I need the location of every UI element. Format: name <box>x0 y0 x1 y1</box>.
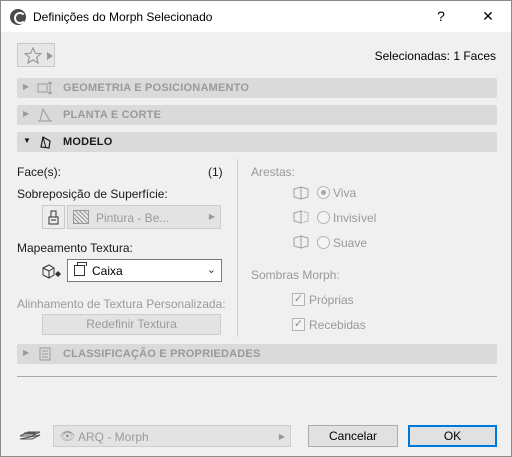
shadow-cast-checkbox[interactable]: ✓ <box>292 293 305 306</box>
edge-option-viva-label: Viva <box>333 186 357 200</box>
surface-override-label: Sobreposição de Superfície: <box>17 187 168 201</box>
panel-model[interactable]: ▼ MODELO <box>17 132 497 152</box>
eye-icon: 👁 <box>60 429 76 443</box>
panel-floor-plan-section[interactable]: ▶ PLANTA E CORTE <box>17 105 497 125</box>
model-icon <box>40 136 51 149</box>
star-icon <box>24 47 42 64</box>
layer-dropdown[interactable]: 👁 ARQ - Morph ▶ <box>53 425 291 447</box>
morph-shadows-label: Sombras Morph: <box>251 268 340 282</box>
texture-mapping-select[interactable]: Caixa ⌄ <box>67 259 222 282</box>
chevron-right-icon: ▶ <box>278 432 285 441</box>
surface-override-toggle[interactable] <box>42 205 65 229</box>
surface-value: Pintura - Be... <box>96 211 170 225</box>
faces-label: Face(s): <box>17 165 62 179</box>
panel-model-label: MODELO <box>63 136 113 148</box>
classification-icon <box>39 347 51 361</box>
paint-brush-icon <box>48 210 59 225</box>
panel-classification-label: CLASSIFICAÇÃO E PROPRIEDADES <box>63 348 261 360</box>
hidden-edge-icon <box>293 210 309 224</box>
title-bar: Definições do Morph Selecionado ? ✕ <box>1 1 511 32</box>
redefine-texture-button[interactable]: Redefinir Textura <box>42 314 221 335</box>
chevron-right-icon: ▶ <box>208 212 215 221</box>
archicad-app-icon <box>10 9 26 25</box>
surface-dropdown[interactable]: Pintura - Be... ▶ <box>67 205 221 229</box>
edge-option-suave-label: Suave <box>333 236 368 250</box>
panel-classification-properties[interactable]: ▶ CLASSIFICAÇÃO E PROPRIEDADES <box>17 344 497 364</box>
texture-mapping-icon <box>42 264 61 279</box>
sharp-edge-icon <box>293 186 309 200</box>
box-mapping-icon <box>74 262 87 276</box>
close-button[interactable]: ✕ <box>465 1 511 32</box>
shadow-receive-label: Recebidas <box>309 318 366 332</box>
expand-triangle-icon: ▶ <box>23 348 30 357</box>
panel-plan-label: PLANTA E CORTE <box>63 109 162 121</box>
shadow-cast-label: Próprias <box>309 293 354 307</box>
cancel-button[interactable]: Cancelar <box>308 425 398 447</box>
faces-count: (1) <box>208 165 223 179</box>
surface-swatch <box>73 210 89 224</box>
panel-geometry-positioning[interactable]: ▶ GEOMETRIA E POSICIONAMENTO <box>17 78 497 98</box>
edge-option-viva-radio[interactable] <box>317 186 330 199</box>
expand-triangle-icon: ▶ <box>23 109 30 118</box>
geometry-icon <box>37 81 53 95</box>
collapse-triangle-icon: ▼ <box>23 136 31 145</box>
smooth-edge-icon <box>293 235 309 249</box>
edge-option-invisivel-label: Invisível <box>333 211 377 225</box>
chevron-down-icon: ⌄ <box>206 264 216 276</box>
dialog-title: Definições do Morph Selecionado <box>33 10 213 24</box>
column-divider <box>237 159 238 337</box>
edges-label: Arestas: <box>251 165 296 179</box>
layers-icon <box>19 431 41 440</box>
texture-mapping-value: Caixa <box>92 264 123 278</box>
footer-divider <box>17 376 497 377</box>
shadow-receive-checkbox[interactable]: ✓ <box>292 318 305 331</box>
morph-settings-dialog: Definições do Morph Selecionado ? ✕ Sele… <box>0 0 512 457</box>
help-button[interactable]: ? <box>418 1 464 32</box>
layer-value: ARQ - Morph <box>78 430 149 444</box>
chevron-right-icon <box>47 52 53 60</box>
edge-option-invisivel-radio[interactable] <box>317 211 330 224</box>
panel-geometry-label: GEOMETRIA E POSICIONAMENTO <box>63 82 250 94</box>
selection-count: Selecionadas: 1 Faces <box>374 49 496 63</box>
texture-mapping-label: Mapeamento Textura: <box>17 241 133 255</box>
custom-texture-alignment-label: Alinhamento de Textura Personalizada: <box>17 297 226 311</box>
edge-option-suave-radio[interactable] <box>317 236 330 249</box>
ok-button[interactable]: OK <box>408 425 497 447</box>
favorites-button[interactable] <box>17 43 55 67</box>
floor-plan-icon <box>38 108 52 122</box>
expand-triangle-icon: ▶ <box>23 82 30 91</box>
